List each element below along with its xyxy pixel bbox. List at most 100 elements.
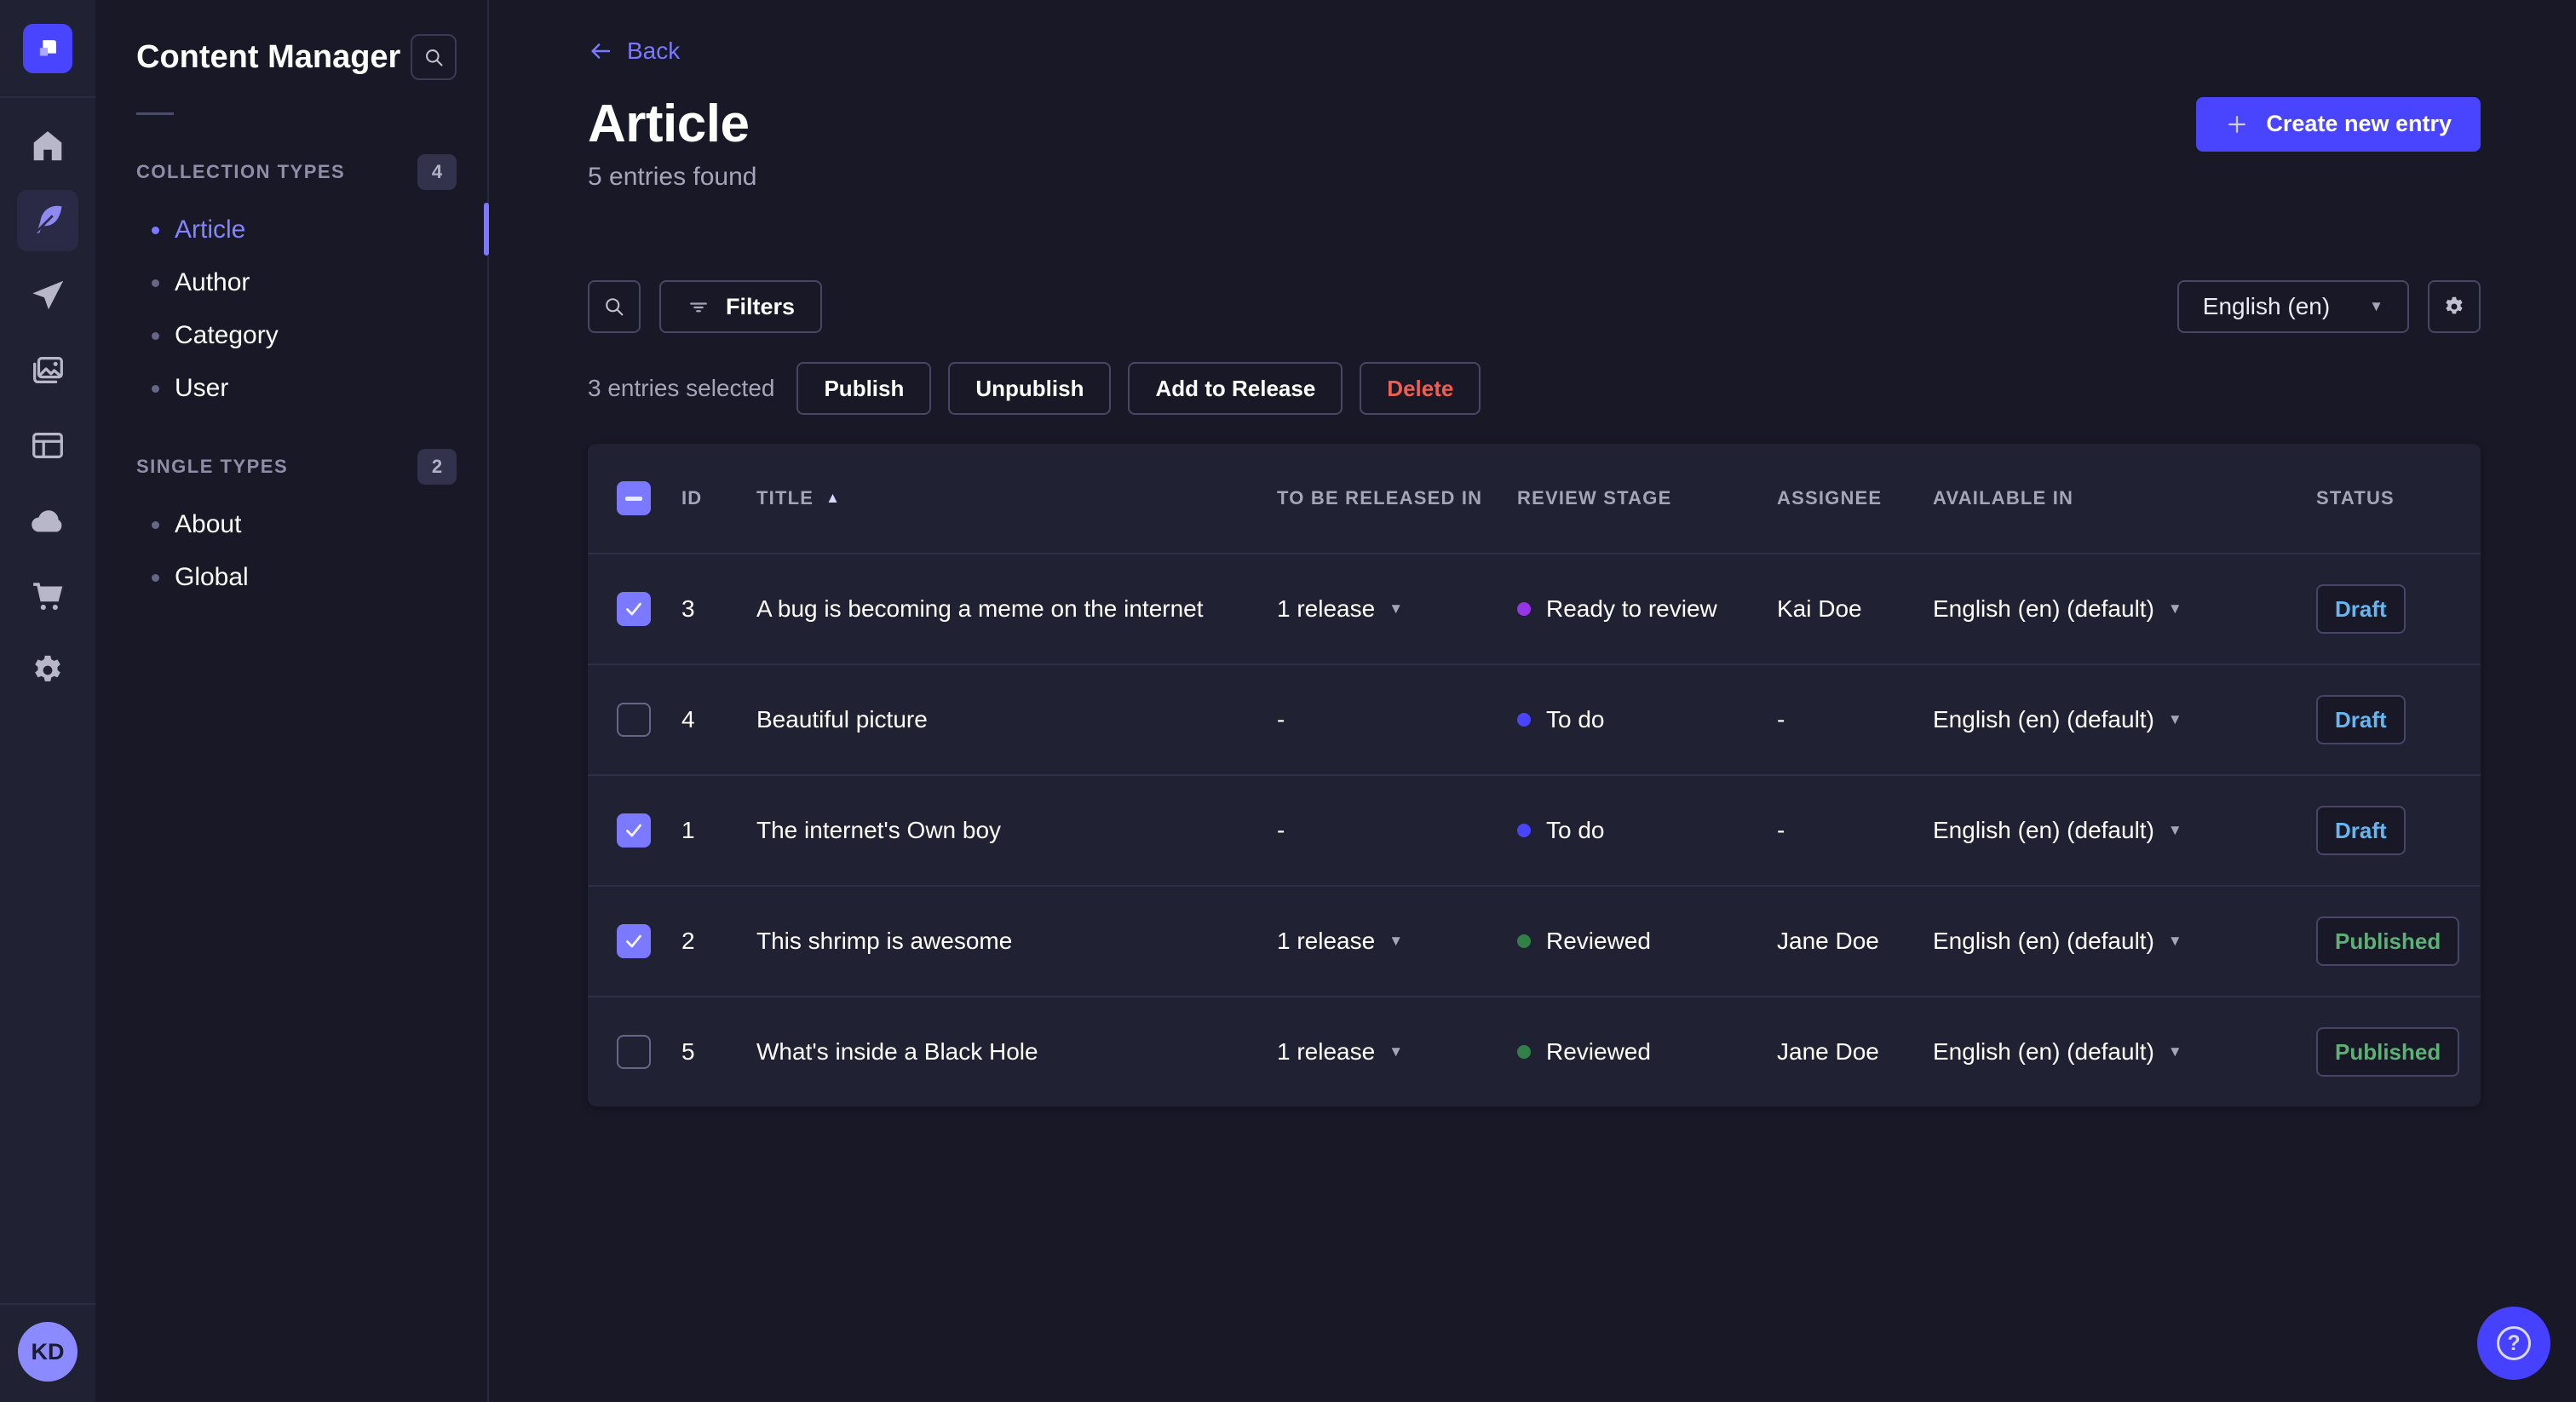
cell-id: 5	[681, 1038, 695, 1065]
cell-review-stage: To do	[1517, 817, 1777, 844]
table-row[interactable]: 1 The internet's Own boy -▼ To do - Engl…	[588, 774, 2481, 885]
section-label: SINGLE TYPES	[136, 456, 289, 477]
entries-count: 5 entries found	[588, 163, 757, 191]
chevron-down-icon: ▼	[2167, 711, 2182, 727]
bullet-icon	[152, 573, 159, 582]
table-row[interactable]: 3 A bug is becoming a meme on the intern…	[588, 553, 2481, 664]
row-checkbox[interactable]	[617, 592, 651, 626]
table-header-row: ID TITLE ▲ TO BE RELEASED IN REVIEW STAGE…	[588, 444, 2481, 553]
cell-assignee: Kai Doe	[1777, 595, 1862, 622]
help-icon: ?	[2497, 1326, 2531, 1360]
avatar[interactable]: KD	[18, 1322, 78, 1382]
view-settings-button[interactable]	[2428, 280, 2481, 333]
table-row[interactable]: 2 This shrimp is awesome 1 release ▼ Revi…	[588, 885, 2481, 996]
stage-dot-icon	[1517, 934, 1531, 948]
single-types-section: SINGLE TYPES 2 About Global	[95, 449, 487, 604]
section-count-badge: 2	[417, 449, 457, 485]
bullet-icon	[152, 331, 159, 340]
main-content: Back Article Create new entry 5 entries …	[489, 0, 2576, 1402]
content-manager-subnav: Content Manager COLLECTION TYPES 4 Artic…	[95, 0, 489, 1402]
table-row[interactable]: 5 What's inside a Black Hole 1 release ▼ …	[588, 996, 2481, 1106]
status-badge: Published	[2316, 916, 2460, 966]
filters-button[interactable]: Filters	[659, 280, 823, 333]
cell-assignee: -	[1777, 817, 1785, 843]
sidebar-item-user[interactable]: User	[95, 362, 487, 415]
cell-review-stage: Reviewed	[1517, 1038, 1777, 1066]
deploy-icon[interactable]	[17, 490, 78, 551]
chevron-down-icon: ▼	[2369, 298, 2383, 314]
column-header-review: REVIEW STAGE	[1517, 487, 1672, 509]
create-new-entry-button[interactable]: Create new entry	[2196, 96, 2481, 152]
cell-id: 3	[681, 595, 695, 622]
marketplace-icon[interactable]	[17, 565, 78, 626]
row-checkbox[interactable]	[617, 703, 651, 737]
sidebar-item-author[interactable]: Author	[95, 256, 487, 309]
cell-available-in[interactable]: English (en) (default) ▼	[1933, 1038, 2316, 1066]
cell-release[interactable]: -▼	[1277, 817, 1517, 844]
cell-available-in[interactable]: English (en) (default) ▼	[1933, 706, 2316, 733]
subnav-divider	[136, 112, 174, 115]
section-count-badge: 4	[417, 154, 457, 190]
releases-icon[interactable]	[17, 265, 78, 326]
search-icon	[606, 298, 624, 316]
stage-dot-icon	[1517, 602, 1531, 616]
content-manager-icon[interactable]	[17, 190, 78, 251]
column-header-available: AVAILABLE IN	[1933, 487, 2074, 509]
delete-button[interactable]: Delete	[1360, 362, 1481, 415]
cell-title: A bug is becoming a meme on the internet	[756, 595, 1204, 622]
cell-assignee: Jane Doe	[1777, 1038, 1879, 1065]
back-link[interactable]: Back	[588, 37, 680, 65]
strapi-logo[interactable]	[23, 24, 72, 73]
search-button[interactable]	[411, 34, 457, 80]
chevron-down-icon: ▼	[2167, 1043, 2182, 1060]
plus-icon	[2228, 115, 2246, 133]
page-title: Article	[588, 95, 750, 153]
sidebar-item-article[interactable]: Article	[95, 204, 487, 256]
row-checkbox[interactable]	[617, 924, 651, 958]
chevron-down-icon: ▼	[1389, 600, 1404, 617]
sidebar-item-global[interactable]: Global	[95, 551, 487, 604]
content-type-builder-icon[interactable]	[17, 415, 78, 476]
cell-available-in[interactable]: English (en) (default) ▼	[1933, 595, 2316, 623]
column-header-title[interactable]: TITLE ▲	[756, 487, 1277, 509]
settings-icon[interactable]	[17, 640, 78, 701]
locale-select[interactable]: English (en) ▼	[2176, 280, 2409, 333]
sidebar-item-about[interactable]: About	[95, 498, 487, 551]
filters-icon	[690, 302, 707, 313]
cell-release[interactable]: 1 release ▼	[1277, 1038, 1517, 1066]
cell-available-in[interactable]: English (en) (default) ▼	[1933, 928, 2316, 955]
help-button[interactable]: ?	[2477, 1307, 2550, 1380]
selection-count: 3 entries selected	[588, 375, 775, 401]
sort-ascending-icon: ▲	[825, 490, 842, 506]
select-all-checkbox[interactable]	[617, 481, 651, 515]
bullet-icon	[152, 226, 159, 234]
sidebar-item-category[interactable]: Category	[95, 309, 487, 362]
publish-button[interactable]: Publish	[796, 362, 932, 415]
stage-dot-icon	[1517, 713, 1531, 727]
media-library-icon[interactable]	[17, 340, 78, 401]
table-row[interactable]: 4 Beautiful picture -▼ To do - English (…	[588, 664, 2481, 774]
sidebar-divider	[0, 96, 95, 98]
search-entries-button[interactable]	[588, 280, 641, 333]
section-label: COLLECTION TYPES	[136, 161, 346, 182]
cell-release[interactable]: 1 release ▼	[1277, 928, 1517, 955]
cell-available-in[interactable]: English (en) (default) ▼	[1933, 817, 2316, 844]
column-header-id[interactable]: ID	[681, 487, 756, 509]
indeterminate-icon	[625, 496, 642, 501]
chevron-down-icon: ▼	[2167, 600, 2182, 617]
back-arrow-icon	[591, 43, 611, 59]
cell-release[interactable]: -▼	[1277, 706, 1517, 733]
home-icon[interactable]	[17, 115, 78, 176]
strapi-logo-mark	[39, 40, 56, 56]
column-header-status: STATUS	[2316, 487, 2395, 509]
subnav-title: Content Manager	[136, 38, 401, 75]
status-badge: Published	[2316, 1027, 2460, 1077]
row-checkbox[interactable]	[617, 1035, 651, 1069]
column-header-assignee: ASSIGNEE	[1777, 487, 1883, 509]
bullet-icon	[152, 279, 159, 287]
cell-release[interactable]: 1 release ▼	[1277, 595, 1517, 623]
row-checkbox[interactable]	[617, 813, 651, 848]
unpublish-button[interactable]: Unpublish	[948, 362, 1112, 415]
add-to-release-button[interactable]: Add to Release	[1128, 362, 1343, 415]
entries-table: ID TITLE ▲ TO BE RELEASED IN REVIEW STAGE…	[588, 444, 2481, 1106]
